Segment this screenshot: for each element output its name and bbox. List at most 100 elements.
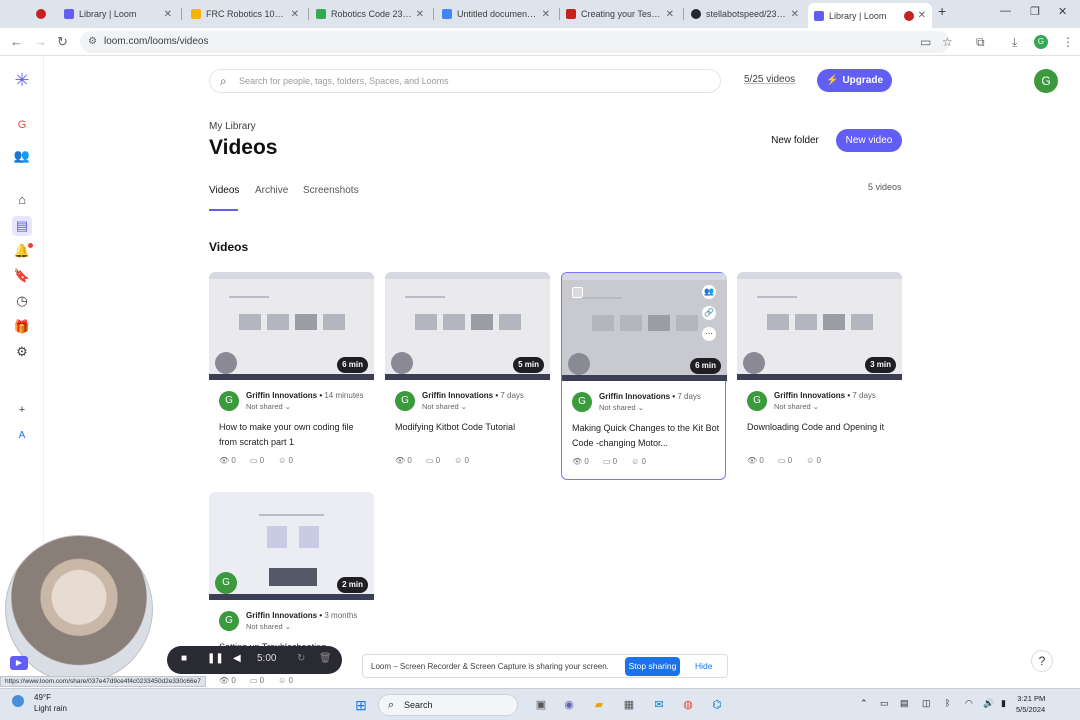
- close-icon[interactable]: ✕: [666, 9, 674, 20]
- close-icon[interactable]: ✕: [291, 9, 299, 20]
- tab-archive[interactable]: Archive: [255, 185, 288, 196]
- close-icon[interactable]: ✕: [791, 9, 799, 20]
- wifi-icon[interactable]: ◠: [965, 698, 973, 709]
- hide-button[interactable]: Hide: [695, 661, 712, 671]
- battery-icon[interactable]: ▮: [1001, 698, 1006, 709]
- chevron-down-icon[interactable]: ⌄: [285, 622, 291, 631]
- site-info-icon[interactable]: ⚙: [88, 36, 97, 47]
- space-icon[interactable]: A: [12, 426, 32, 446]
- windows-start-icon[interactable]: ⊞: [352, 696, 370, 714]
- share-status[interactable]: Not shared: [422, 402, 459, 411]
- add-icon[interactable]: +: [12, 400, 32, 420]
- tab-screenshots[interactable]: Screenshots: [303, 185, 359, 196]
- copy-link-icon[interactable]: 🔗: [702, 306, 716, 320]
- forward-icon[interactable]: →: [34, 34, 47, 49]
- video-thumbnail[interactable]: G 2 min: [209, 492, 374, 600]
- video-title[interactable]: Modifying Kitbot Code Tutorial: [395, 420, 545, 435]
- bookmark-icon[interactable]: 🔖: [12, 266, 32, 286]
- video-title[interactable]: How to make your own coding file from sc…: [219, 420, 369, 450]
- taskbar-search[interactable]: ⌕ Search: [378, 694, 518, 716]
- tray-app-icon[interactable]: ▤: [900, 698, 909, 709]
- video-thumbnail[interactable]: 3 min: [737, 272, 902, 380]
- library-icon[interactable]: ▤: [12, 216, 32, 236]
- minimize-icon[interactable]: —: [1000, 5, 1011, 17]
- tray-app-icon[interactable]: ◫: [922, 698, 931, 709]
- browser-tab-active[interactable]: Library | Loom ✕: [808, 3, 932, 28]
- video-thumbnail[interactable]: 6 min: [209, 272, 374, 380]
- browser-tab-3[interactable]: Robotics Code 23.mp4✕: [310, 4, 430, 24]
- home-icon[interactable]: ⌂: [12, 190, 32, 210]
- new-video-button[interactable]: New video: [836, 129, 902, 152]
- loom-logo-icon[interactable]: ✳: [12, 70, 32, 90]
- browser-tab-5[interactable]: Creating your Test Drive✕: [560, 4, 680, 24]
- restore-icon[interactable]: ❐: [1030, 5, 1040, 18]
- bluetooth-icon[interactable]: ᛒ: [945, 698, 950, 708]
- breadcrumb[interactable]: My Library: [209, 121, 256, 132]
- url-text[interactable]: loom.com/looms/videos: [104, 36, 208, 47]
- taskbar-clock[interactable]: 3:21 PM 5/5/2024: [1016, 693, 1045, 715]
- video-thumbnail[interactable]: 5 min: [385, 272, 550, 380]
- help-button[interactable]: ?: [1031, 650, 1053, 672]
- video-title[interactable]: Downloading Code and Opening it: [747, 420, 897, 435]
- chevron-down-icon[interactable]: ⌄: [461, 402, 467, 411]
- download-icon[interactable]: ⤓: [1012, 35, 1017, 50]
- video-thumbnail[interactable]: 👥 🔗 ⋯ 6 min: [562, 273, 727, 381]
- back-icon[interactable]: ←: [10, 34, 23, 49]
- extensions-icon[interactable]: ⧉: [976, 35, 985, 50]
- browser-tab-6[interactable]: stellabotspeed/23-Code✕: [685, 4, 805, 24]
- close-window-icon[interactable]: ✕: [1058, 5, 1067, 18]
- close-icon[interactable]: ✕: [164, 9, 172, 20]
- more-options-icon[interactable]: ⋯: [702, 327, 716, 341]
- gift-icon[interactable]: 🎁: [12, 317, 32, 337]
- video-card[interactable]: 3 min G Griffin Innovations • 7 days Not…: [737, 272, 902, 480]
- settings-gear-icon[interactable]: ⚙: [12, 342, 32, 362]
- history-icon[interactable]: ◷: [12, 291, 32, 311]
- bookmark-star-icon[interactable]: ☆: [942, 35, 953, 49]
- delete-icon[interactable]: 🗑: [319, 653, 332, 664]
- task-view-icon[interactable]: ▣: [532, 696, 550, 714]
- mail-icon[interactable]: ✉: [650, 696, 668, 714]
- volume-icon[interactable]: 🔊: [983, 698, 994, 709]
- search-input[interactable]: ⌕ Search for people, tags, folders, Spac…: [209, 69, 721, 93]
- share-status[interactable]: Not shared: [599, 403, 636, 412]
- tray-app-icon[interactable]: ▭: [880, 698, 889, 709]
- share-status[interactable]: Not shared: [246, 402, 283, 411]
- pause-icon[interactable]: ❚❚: [207, 653, 224, 664]
- restart-icon[interactable]: ↻: [297, 653, 305, 664]
- omnibox[interactable]: ⚙ loom.com/looms/videos: [80, 31, 950, 53]
- user-avatar[interactable]: G: [1034, 69, 1058, 93]
- teams-icon[interactable]: ◉: [560, 696, 578, 714]
- video-card[interactable]: 5 min G Griffin Innovations • 7 days Not…: [385, 272, 550, 480]
- new-tab-button[interactable]: +: [938, 3, 946, 19]
- workspace-icon[interactable]: G: [12, 115, 32, 135]
- menu-icon[interactable]: ⋮: [1062, 35, 1074, 49]
- reload-icon[interactable]: ↻: [57, 34, 68, 50]
- chevron-down-icon[interactable]: ⌄: [285, 402, 291, 411]
- store-icon[interactable]: ▦: [620, 696, 638, 714]
- share-people-icon[interactable]: 👥: [702, 285, 716, 299]
- browser-tab-2[interactable]: FRC Robotics 101 - Google Slides✕: [185, 4, 305, 24]
- close-icon[interactable]: ✕: [416, 9, 424, 20]
- tray-chevron-icon[interactable]: ⌃: [860, 698, 868, 709]
- new-folder-button[interactable]: New folder: [765, 130, 825, 152]
- close-icon[interactable]: ✕: [542, 9, 550, 20]
- video-card-hovered[interactable]: 👥 🔗 ⋯ 6 min G Griffin Innovations • 7 da…: [561, 272, 727, 480]
- chrome-icon[interactable]: ◍: [679, 696, 697, 714]
- stop-recording-icon[interactable]: ■: [181, 653, 187, 664]
- browser-tab-1[interactable]: Library | Loom ✕: [58, 4, 178, 24]
- video-title[interactable]: Making Quick Changes to the Kit Bot Code…: [572, 421, 722, 451]
- vscode-icon[interactable]: ⌬: [708, 696, 726, 714]
- upgrade-button[interactable]: ⚡ Upgrade: [817, 69, 892, 92]
- video-quota-link[interactable]: 5/25 videos: [744, 74, 795, 85]
- rewind-icon[interactable]: ◀: [233, 653, 241, 664]
- camera-toggle-icon[interactable]: ▶: [10, 656, 28, 670]
- cast-icon[interactable]: ▭: [920, 35, 931, 49]
- video-card[interactable]: 6 min G Griffin Innovations • 14 minutes…: [209, 272, 374, 480]
- close-icon[interactable]: ✕: [918, 10, 926, 21]
- chevron-down-icon[interactable]: ⌄: [638, 403, 644, 412]
- browser-tab-4[interactable]: Untitled document - Google Docs✕: [436, 4, 556, 24]
- share-status[interactable]: Not shared: [774, 402, 811, 411]
- stop-sharing-button[interactable]: Stop sharing: [625, 657, 680, 676]
- chevron-down-icon[interactable]: ⌄: [813, 402, 819, 411]
- tab-pinned[interactable]: [30, 4, 60, 24]
